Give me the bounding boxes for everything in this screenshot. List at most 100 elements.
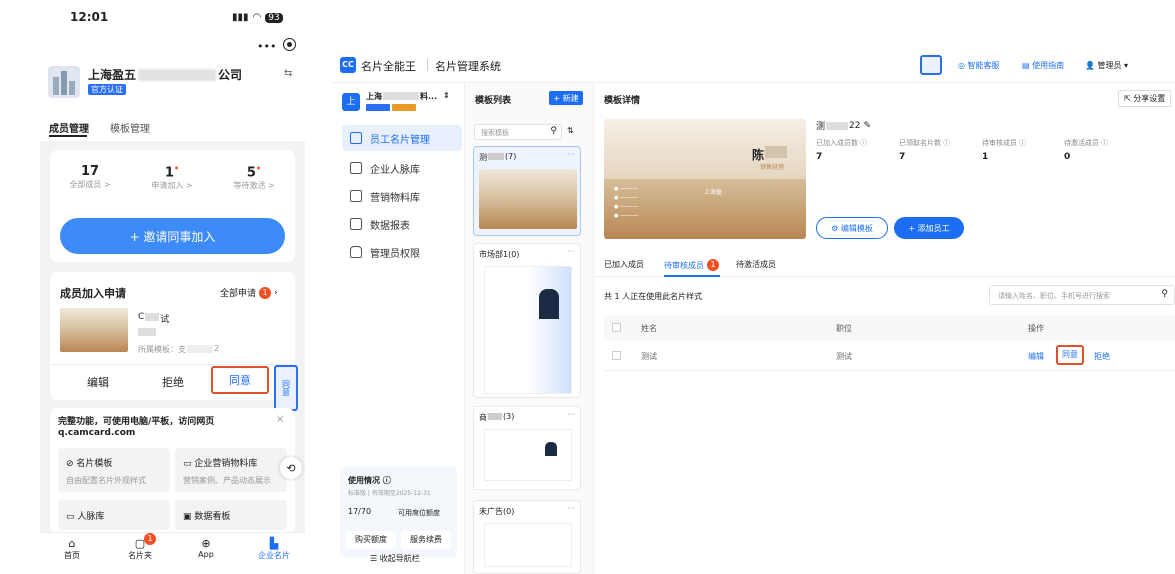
tab-template-management[interactable]: 模板管理: [110, 120, 150, 135]
more-icon[interactable]: •••: [257, 40, 276, 53]
template-list-panel: 模板列表 + 新建 搜索模板 ⚲ ⇅ 测 (7) ··· 市场部1(0) ···…: [465, 83, 594, 574]
applicant-template-tail: 2: [214, 344, 220, 353]
mini-program-close-icon[interactable]: [283, 38, 296, 51]
template-card-selected[interactable]: 测 (7) ···: [473, 146, 581, 236]
more-icon[interactable]: ···: [567, 247, 575, 256]
more-icon[interactable]: ···: [567, 410, 575, 419]
share-settings-button[interactable]: ⇱ 分享设置: [1118, 90, 1172, 107]
switch-company-icon[interactable]: ⇆: [284, 68, 292, 79]
tab-label: 待审核成员: [664, 260, 704, 270]
qr-promo-icon[interactable]: [920, 55, 942, 75]
stat-pending-activation[interactable]: 5• 等待激活 >: [214, 164, 294, 191]
template-card[interactable]: 商 (3) ···: [473, 406, 581, 490]
company-logo: [48, 66, 80, 98]
feature-card-template[interactable]: ⊘ 名片模板 自由配置名片外观样式: [58, 448, 170, 492]
template-name-tail: (7): [505, 152, 517, 161]
invite-colleague-button[interactable]: + 邀请同事加入: [60, 218, 285, 254]
buy-quota-button[interactable]: 购买额度: [346, 531, 396, 549]
admin-menu[interactable]: 👤 管理员 ▾: [1085, 60, 1128, 71]
promo-card: 完整功能，可使用电脑/平板，访问网页 q.camcard.com × ⊘ 名片模…: [50, 408, 295, 534]
template-name-field[interactable]: 测 22 ✎: [816, 119, 871, 133]
system-name: 名片管理系统: [435, 60, 501, 73]
close-icon[interactable]: ×: [276, 414, 284, 425]
contacts-icon: [350, 162, 362, 174]
edit-button[interactable]: 编辑: [87, 374, 109, 390]
redacted-block: [187, 345, 213, 353]
stat-value: 7: [816, 152, 823, 162]
card-preview: 陈 销售经理 上海盈 ● ────── ● ────── ● ────── ● ───…: [604, 119, 806, 239]
customer-service-link[interactable]: ◎ 智能客服: [958, 60, 1000, 71]
verified-badge: 官方认证: [88, 84, 126, 95]
feature-contacts[interactable]: ▭ 人脉库: [58, 500, 170, 530]
tab-underline: [49, 135, 87, 137]
feature-dashboard[interactable]: ▣ 数据看板: [175, 500, 287, 530]
sidebar-item-employee-cards[interactable]: 员工名片管理: [342, 125, 462, 151]
nav-card-holder[interactable]: ▢ 1 名片夹: [122, 533, 158, 561]
more-icon[interactable]: ···: [567, 504, 575, 513]
row-checkbox[interactable]: [612, 351, 621, 360]
sidebar-item-contacts[interactable]: 企业人脉库: [342, 155, 462, 181]
usage-panel: 使用情况 ⓘ 标准版 | 有效期至2025-12-31 17/70 可用席位额度…: [340, 467, 457, 557]
stat-all-members[interactable]: 17 全部成员 >: [50, 164, 130, 190]
template-card[interactable]: 未广告(0) ···: [473, 500, 581, 574]
collapse-nav[interactable]: ☰ 收起导航栏: [370, 553, 420, 564]
company-switcher[interactable]: 上海 料... ⇕: [366, 91, 450, 102]
company-name-head: 上海盈五: [88, 68, 137, 82]
top-bar: CC 名片全能王 名片管理系统 ◎ 智能客服 ▤ 使用指南 👤 管理员 ▾: [332, 47, 1175, 83]
view-all-applications[interactable]: 全部申请 1 ›: [220, 286, 278, 299]
reject-button[interactable]: 拒绝: [162, 374, 184, 390]
edit-pencil-icon[interactable]: ✎: [863, 121, 871, 131]
float-assist-icon[interactable]: ⟲: [280, 457, 302, 479]
stat-label-text: 已领取名片数: [899, 139, 941, 147]
redacted-block: [488, 413, 502, 420]
renew-button[interactable]: 服务续费: [401, 531, 451, 549]
row-agree-button[interactable]: 同意: [1056, 345, 1084, 365]
nav-label: 企业名片: [258, 551, 290, 560]
preview-contact-lines: ● ────── ● ────── ● ────── ● ──────: [614, 186, 639, 219]
new-template-button[interactable]: + 新建: [549, 91, 583, 105]
sidebar: 上 上海 料... ⇕ 员工名片管理 企业人脉库 营销物料库 数据报表 管理员权…: [332, 83, 465, 574]
feature-desc: 自由配置名片外观样式: [66, 476, 146, 485]
row-name: 测试: [641, 352, 657, 361]
sidebar-item-marketing[interactable]: 营销物料库: [342, 183, 462, 209]
nav-app[interactable]: ⊕ App: [188, 537, 224, 559]
tab-pending-activation[interactable]: 待激活成员: [736, 259, 776, 270]
stat-apply-join[interactable]: 1• 申请加入 >: [132, 164, 212, 191]
nav-enterprise-card[interactable]: ▙ 企业名片: [254, 537, 294, 561]
row-edit-button[interactable]: 编辑: [1028, 351, 1044, 362]
feature-title: 数据看板: [194, 512, 231, 522]
id-card-icon: [350, 132, 362, 144]
sidebar-item-reports[interactable]: 数据报表: [342, 211, 462, 237]
tab-pending-review[interactable]: 待审核成员 1: [664, 259, 719, 271]
user-guide-link[interactable]: ▤ 使用指南: [1022, 60, 1064, 71]
search-icon: ⚲: [1161, 289, 1168, 299]
preview-company: 上海盈: [704, 187, 783, 196]
sidebar-label: 员工名片管理: [370, 134, 430, 146]
feature-marketing-library[interactable]: ▭ 企业营销物料库 营销案例、产品动态展示: [175, 448, 287, 492]
agree-button[interactable]: 同意: [211, 366, 269, 394]
contacts-icon: ▭: [66, 512, 75, 522]
preview-company-head: 上海盈: [704, 189, 723, 196]
member-search-input[interactable]: 请输入姓名、职位、手机号进行搜索 ⚲: [989, 285, 1175, 305]
row-reject-button[interactable]: 拒绝: [1094, 351, 1110, 362]
template-name-tail: (3): [503, 412, 515, 421]
template-search-input[interactable]: 搜索模板 ⚲: [474, 124, 562, 140]
nav-badge: 1: [144, 533, 156, 545]
stat-label-text: 待激活成员: [1064, 139, 1099, 147]
template-card[interactable]: 市场部1(0) ···: [473, 243, 581, 398]
sidebar-item-admin-permissions[interactable]: 管理员权限: [342, 239, 462, 265]
stat-value: 5: [246, 165, 256, 181]
sort-icon[interactable]: ⇅: [567, 126, 574, 135]
promo-url[interactable]: q.camcard.com: [58, 428, 135, 438]
tab-member-management[interactable]: 成员管理: [49, 120, 89, 135]
nav-home[interactable]: ⌂ 首页: [54, 537, 90, 561]
more-icon[interactable]: ···: [567, 150, 575, 159]
stat-label: 全部成员 >: [69, 180, 111, 189]
redacted-block: [765, 146, 788, 158]
add-employee-button[interactable]: + 添加员工: [894, 217, 964, 239]
select-all-checkbox[interactable]: [612, 323, 621, 332]
redacted-block: [722, 187, 783, 193]
tab-joined-members[interactable]: 已加入成员: [604, 259, 644, 270]
edit-template-button[interactable]: ⚙ 编辑模板: [816, 217, 888, 239]
redacted-block: [826, 121, 849, 130]
